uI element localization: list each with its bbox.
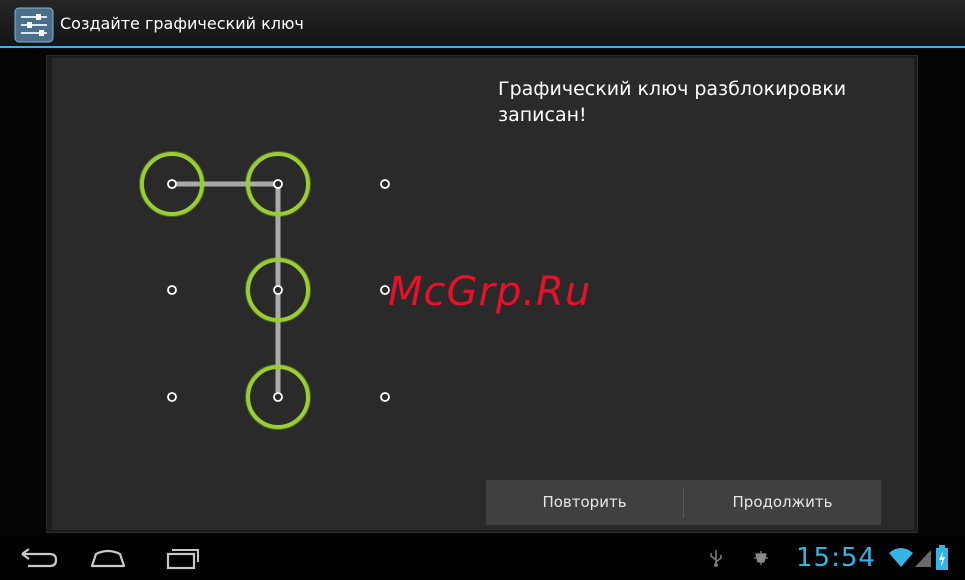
watermark: McGrp.Ru [388, 269, 592, 315]
page-title: Создайте графический ключ [60, 14, 304, 33]
pattern-dot-4[interactable] [167, 285, 177, 295]
settings-sliders-icon[interactable] [14, 7, 54, 43]
battery-charging-icon [936, 545, 948, 570]
button-bar: Повторить Продолжить [486, 480, 881, 525]
continue-button[interactable]: Продолжить [684, 480, 881, 525]
retry-button[interactable]: Повторить [486, 480, 683, 525]
home-icon[interactable] [84, 544, 132, 572]
pattern-path [172, 181, 281, 397]
wifi-icon [889, 548, 913, 567]
pattern-dot-9[interactable] [380, 392, 390, 402]
recent-apps-icon[interactable] [158, 544, 206, 572]
pattern-dot-7[interactable] [167, 392, 177, 402]
pattern-dot-8[interactable] [273, 392, 283, 402]
action-bar: Создайте графический ключ [0, 0, 965, 48]
debug-icon [754, 551, 768, 565]
pattern-dot-5[interactable] [273, 285, 283, 295]
pattern-dot-3[interactable] [380, 179, 390, 189]
system-bar: 15:54 [0, 536, 965, 580]
android-screen: Создайте графический ключ Графический кл… [0, 0, 965, 580]
signal-icon [915, 550, 931, 567]
usb-icon [710, 550, 722, 567]
status-clock: 15:54 [796, 543, 876, 573]
pattern-dot-1[interactable] [167, 179, 177, 189]
pattern-dot-2[interactable] [273, 179, 283, 189]
back-icon[interactable] [14, 544, 62, 572]
